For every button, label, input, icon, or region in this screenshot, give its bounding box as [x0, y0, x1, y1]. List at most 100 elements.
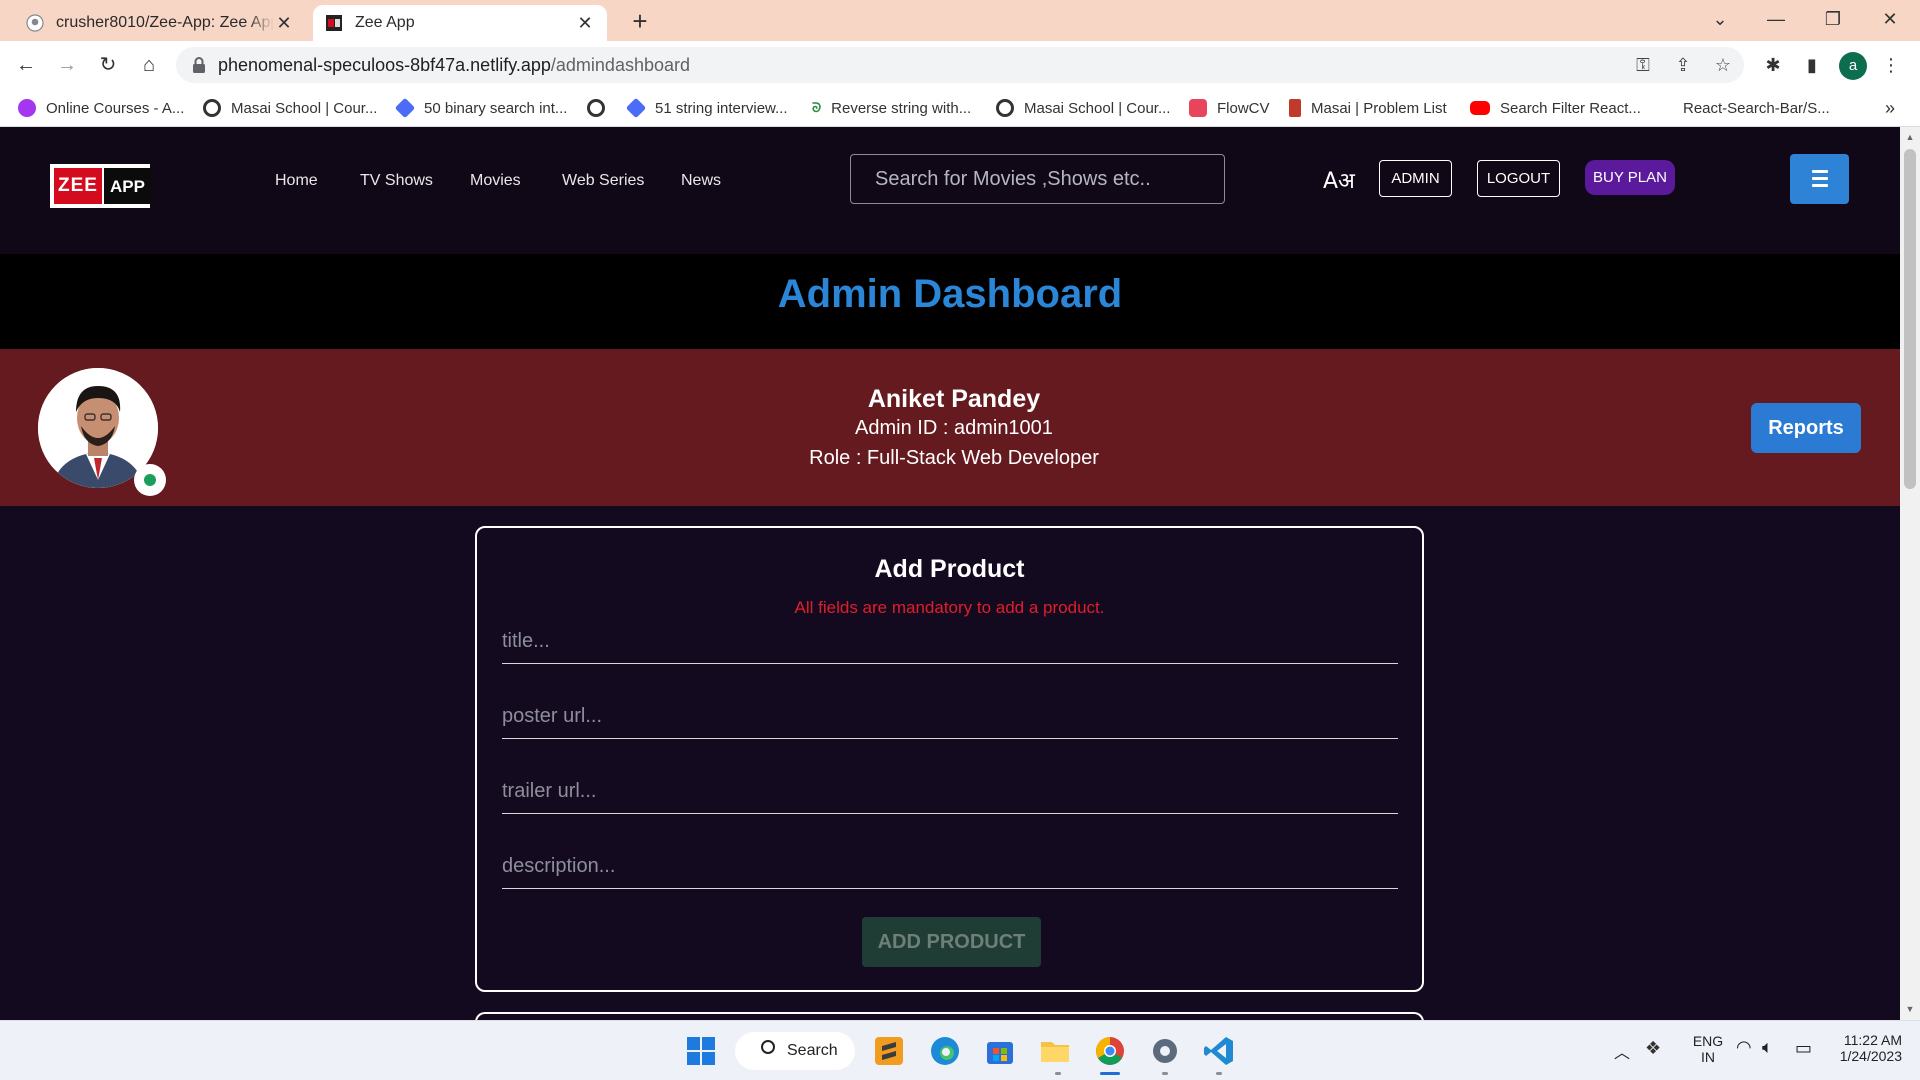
- bookmark-label: Masai School | Cour...: [231, 99, 378, 117]
- active-indicator: [1100, 1072, 1120, 1075]
- bookmark-label: FlowCV: [1217, 99, 1270, 117]
- chrome-icon[interactable]: [1092, 1033, 1128, 1069]
- restore-button[interactable]: ❐: [1805, 0, 1861, 41]
- chevron-up-icon[interactable]: ︿: [1614, 1039, 1630, 1063]
- form-mandatory-note: All fields are mandatory to add a produc…: [794, 598, 1105, 617]
- tab-title: crusher8010/Zee-App: Zee App is: [56, 14, 274, 31]
- url-host: phenomenal-speculoos-8bf47a.netlify.app: [218, 55, 551, 75]
- title-input[interactable]: [502, 620, 1398, 664]
- microsoft-store-icon[interactable]: [982, 1033, 1018, 1069]
- logo-zee: ZEE: [54, 168, 102, 204]
- zee-app-logo[interactable]: ZEE APP: [50, 164, 151, 208]
- bookmark-label: React-Search-Bar/S...: [1683, 99, 1830, 117]
- bookmark-item[interactable]: FlowCV: [1189, 97, 1270, 119]
- scroll-down-icon[interactable]: ▼: [1904, 1003, 1916, 1015]
- admin-button[interactable]: ADMIN: [1379, 160, 1452, 197]
- bookmark-item[interactable]: [587, 97, 615, 119]
- nav-movies[interactable]: Movies: [470, 172, 521, 190]
- add-product-button[interactable]: ADD PRODUCT: [862, 917, 1041, 967]
- poster-url-input[interactable]: [502, 695, 1398, 739]
- youtube-icon: [1470, 101, 1490, 115]
- browser-tab-zee-app[interactable]: Zee App ✕: [313, 5, 607, 41]
- edge-icon[interactable]: [927, 1033, 963, 1069]
- forward-button[interactable]: →: [51, 49, 83, 81]
- minimize-button[interactable]: —: [1748, 0, 1804, 41]
- vscode-icon[interactable]: [1201, 1033, 1237, 1069]
- logout-button[interactable]: LOGOUT: [1477, 160, 1560, 197]
- taskbar-search-label: Search: [787, 1042, 838, 1059]
- trailer-url-input[interactable]: [502, 770, 1398, 814]
- clock[interactable]: 11:22 AM 1/24/2023: [1834, 1032, 1902, 1064]
- close-icon[interactable]: ✕: [575, 13, 595, 34]
- windows-start-icon[interactable]: [683, 1033, 719, 1069]
- profile-avatar[interactable]: a: [1839, 52, 1867, 80]
- language-indicator[interactable]: ENG IN: [1686, 1033, 1730, 1065]
- close-icon[interactable]: ✕: [274, 13, 294, 34]
- buy-plan-button[interactable]: BUY PLAN: [1585, 160, 1675, 195]
- windows-taskbar: Search ︿ ❖ ENG IN ◠ 🔈︎ ▭ 11:22 AM 1/24/2…: [0, 1020, 1920, 1080]
- bookmark-item[interactable]: 51 string interview...: [625, 97, 788, 119]
- logo-app: APP: [103, 168, 151, 204]
- nav-tv-shows[interactable]: TV Shows: [360, 172, 433, 190]
- bookmark-item[interactable]: React-Search-Bar/S...: [1683, 97, 1830, 119]
- home-button[interactable]: ⌂: [133, 49, 165, 81]
- nav-home[interactable]: Home: [275, 172, 318, 190]
- language-icon[interactable]: Aअ: [1323, 165, 1355, 195]
- bookmark-item[interactable]: Search Filter React...: [1470, 97, 1641, 119]
- bookmarks-overflow-icon[interactable]: »: [1885, 97, 1895, 119]
- running-indicator: [1162, 1072, 1168, 1075]
- admin-profile-band: Aniket Pandey Admin ID : admin1001 Role …: [0, 349, 1900, 506]
- page-scrollbar[interactable]: ▲ ▼: [1900, 127, 1920, 1020]
- dropbox-icon[interactable]: ❖: [1645, 1038, 1661, 1059]
- battery-icon[interactable]: ▭: [1795, 1038, 1812, 1059]
- flowcv-icon: [1189, 99, 1207, 117]
- wifi-icon[interactable]: ◠: [1736, 1037, 1752, 1058]
- url-text[interactable]: phenomenal-speculoos-8bf47a.netlify.app/…: [218, 55, 690, 76]
- volume-icon[interactable]: 🔈︎: [1762, 1037, 1773, 1058]
- back-button[interactable]: ←: [10, 49, 42, 81]
- settings-gear-icon[interactable]: [1147, 1033, 1183, 1069]
- sublime-text-icon[interactable]: [871, 1033, 907, 1069]
- tab-search-icon[interactable]: ⌄: [1692, 0, 1748, 41]
- taskbar-search[interactable]: Search: [735, 1032, 855, 1070]
- nav-news[interactable]: News: [681, 172, 721, 190]
- bookmark-item[interactable]: ᘐ Reverse string with...: [812, 97, 971, 119]
- lock-icon[interactable]: [192, 56, 206, 74]
- page-title: Admin Dashboard: [777, 272, 1123, 316]
- masai-icon: [1289, 99, 1301, 117]
- extensions-icon[interactable]: ✱: [1760, 53, 1786, 77]
- scroll-thumb[interactable]: [1904, 149, 1916, 489]
- share-icon[interactable]: ⇪: [1671, 54, 1695, 76]
- reload-button[interactable]: ↻: [92, 49, 124, 81]
- menu-dots-icon[interactable]: ⋮: [1878, 53, 1904, 77]
- search-icon: [761, 1040, 775, 1054]
- address-bar[interactable]: phenomenal-speculoos-8bf47a.netlify.app/…: [176, 47, 1744, 83]
- nav-web-series[interactable]: Web Series: [562, 172, 644, 190]
- browser-toolbar: ← → ↻ ⌂ phenomenal-speculoos-8bf47a.netl…: [0, 41, 1920, 89]
- diamond-icon: [625, 97, 647, 119]
- bookmark-label: Reverse string with...: [831, 99, 972, 117]
- scroll-up-icon[interactable]: ▲: [1904, 131, 1916, 143]
- key-icon[interactable]: ⚿: [1631, 54, 1655, 76]
- new-tab-button[interactable]: +: [624, 5, 656, 37]
- zee-favicon-icon: [325, 14, 343, 32]
- close-window-button[interactable]: ✕: [1862, 0, 1918, 41]
- reports-button[interactable]: Reports: [1751, 403, 1861, 453]
- browser-tab-github[interactable]: crusher8010/Zee-App: Zee App is ✕: [14, 5, 306, 41]
- add-product-form: Add Product All fields are mandatory to …: [475, 526, 1424, 992]
- clock-time: 11:22 AM: [1843, 1032, 1902, 1048]
- dashboard-title-band: Admin Dashboard: [0, 254, 1900, 349]
- bookmark-item[interactable]: 50 binary search int...: [394, 97, 567, 119]
- file-explorer-icon[interactable]: [1037, 1033, 1073, 1069]
- hamburger-menu-icon[interactable]: [1790, 154, 1849, 204]
- star-icon[interactable]: ☆: [1711, 54, 1735, 76]
- bookmark-item[interactable]: Masai | Problem List: [1289, 97, 1447, 119]
- site-search-input[interactable]: [850, 154, 1225, 204]
- admin-name: Aniket Pandey: [867, 385, 1041, 413]
- side-panel-icon[interactable]: ▮: [1799, 53, 1825, 77]
- github-icon: [26, 14, 44, 32]
- bookmark-item[interactable]: Masai School | Cour...: [996, 97, 1170, 119]
- bookmark-item[interactable]: Masai School | Cour...: [203, 97, 377, 119]
- description-input[interactable]: [502, 845, 1398, 889]
- bookmark-item[interactable]: Online Courses - A...: [18, 97, 184, 119]
